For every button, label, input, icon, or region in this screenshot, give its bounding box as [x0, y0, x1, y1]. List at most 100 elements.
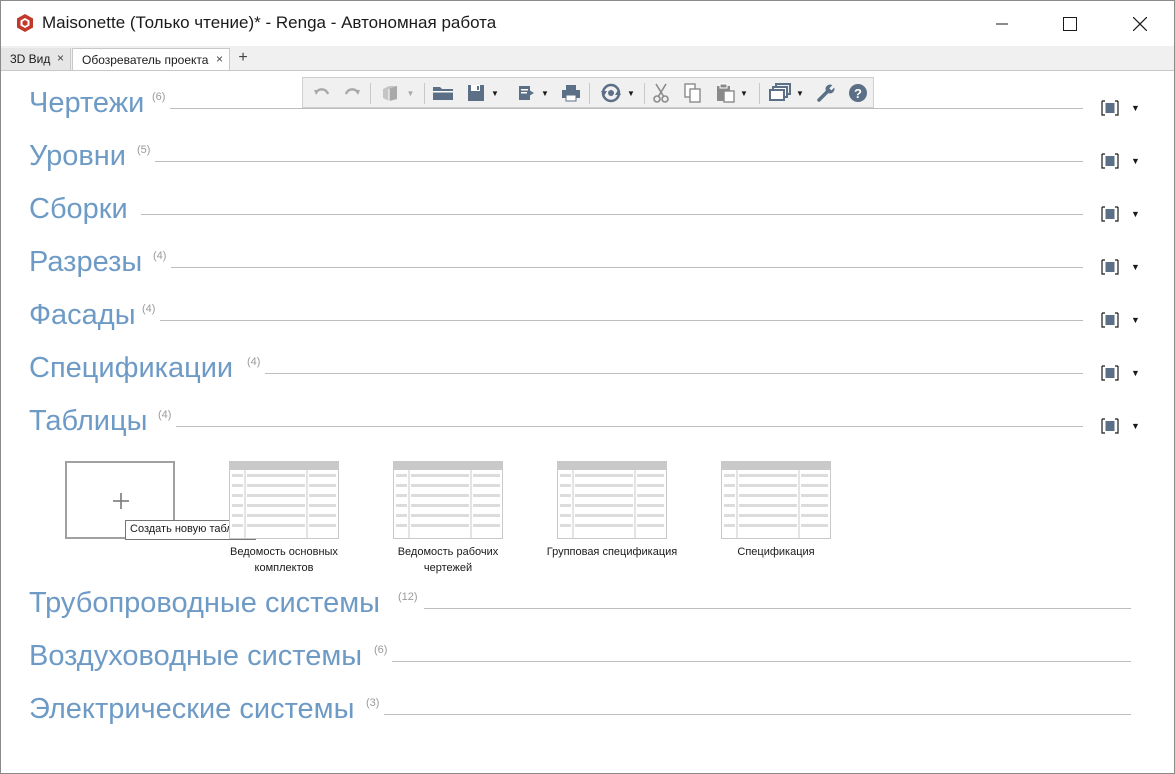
table-name-line: чертежей	[423, 562, 473, 574]
section-count: (4)	[153, 250, 167, 262]
section-title[interactable]: Сборки	[29, 193, 128, 226]
section-title[interactable]: Фасады	[29, 299, 136, 332]
tab-project-explorer[interactable]: Обозреватель проекта ×	[72, 48, 230, 70]
3d-view-button[interactable]: ▼	[377, 83, 417, 103]
cut-button[interactable]	[649, 83, 673, 103]
print-button[interactable]	[559, 83, 583, 103]
section-title[interactable]: Воздуховодные системы	[29, 640, 362, 673]
view-mode-icon	[1101, 153, 1119, 169]
maximize-button[interactable]	[1047, 1, 1093, 46]
section-count: (4)	[158, 409, 172, 421]
cut-icon	[653, 83, 669, 103]
section-title[interactable]: Уровни	[29, 140, 126, 173]
redo-button[interactable]	[341, 83, 363, 103]
section-count: (3)	[366, 697, 380, 709]
view-mode-dropdown-icon[interactable]: ▼	[1131, 156, 1140, 166]
section-count: (12)	[398, 591, 418, 603]
minimize-icon	[996, 23, 1008, 24]
document-tab-bar: 3D Вид × Обозреватель проекта × +	[1, 46, 1174, 71]
add-tab-button[interactable]: +	[234, 49, 252, 67]
views-button[interactable]: ▼	[764, 83, 808, 103]
section-title[interactable]: Таблицы	[29, 405, 147, 438]
table-name-line: Спецификация	[737, 546, 815, 558]
quick-toolbar: ▼ ▼ ▼ ▼ ▼ ▼ ?	[302, 77, 874, 108]
section-title[interactable]: Спецификации	[29, 352, 233, 385]
view-mode-icon	[1101, 206, 1119, 222]
close-window-button[interactable]	[1117, 1, 1163, 46]
view-mode-icon	[1101, 312, 1119, 328]
view-mode-button[interactable]	[1100, 311, 1120, 329]
table-thumbnail[interactable]	[393, 461, 503, 539]
section-title[interactable]: Трубопроводные системы	[29, 587, 380, 620]
view-mode-dropdown-icon[interactable]: ▼	[1131, 368, 1140, 378]
renga-logo-icon	[15, 13, 35, 33]
view-mode-button[interactable]	[1100, 364, 1120, 382]
view-mode-dropdown-icon[interactable]: ▼	[1131, 103, 1140, 113]
undo-icon	[314, 88, 330, 95]
section-count: (4)	[142, 303, 156, 315]
section-4[interactable]: Фасады (4) ▼	[29, 299, 1149, 339]
view-mode-button[interactable]	[1100, 99, 1120, 117]
section-2[interactable]: Сборки ▼	[29, 193, 1149, 233]
copy-icon	[684, 83, 701, 103]
section-count: (4)	[247, 356, 261, 368]
table-name[interactable]: Групповая спецификация	[532, 544, 692, 560]
3d-box-icon	[382, 86, 397, 101]
section-divider	[424, 608, 1131, 609]
redo-icon	[344, 88, 360, 95]
section-6[interactable]: Таблицы (4) ▼	[29, 405, 1149, 445]
table-name-line: комплектов	[254, 562, 314, 574]
section-divider	[171, 267, 1083, 268]
view-mode-button[interactable]	[1100, 152, 1120, 170]
section-9[interactable]: Электрические системы (3)	[29, 693, 1149, 733]
view-mode-button[interactable]	[1100, 205, 1120, 223]
table-icon	[721, 461, 831, 539]
tab-3d-view[interactable]: 3D Вид ×	[1, 48, 71, 70]
open-button[interactable]	[431, 83, 455, 103]
tab-label: 3D Вид	[10, 52, 51, 66]
settings-button[interactable]	[813, 83, 839, 103]
view-mode-icon	[1101, 100, 1119, 116]
copy-button[interactable]	[681, 83, 705, 103]
section-title[interactable]: Электрические системы	[29, 693, 354, 726]
sync-button[interactable]: ▼	[595, 83, 639, 103]
view-mode-icon	[1101, 418, 1119, 434]
toolbar-separator	[644, 83, 645, 104]
tab-close-icon[interactable]: ×	[216, 52, 223, 66]
paste-button[interactable]: ▼	[711, 83, 753, 103]
section-count: (6)	[152, 91, 166, 103]
view-mode-button[interactable]	[1100, 258, 1120, 276]
section-8[interactable]: Воздуховодные системы (6)	[29, 640, 1149, 680]
table-thumbnail[interactable]	[557, 461, 667, 539]
view-mode-dropdown-icon[interactable]: ▼	[1131, 421, 1140, 431]
table-thumbnail[interactable]	[229, 461, 339, 539]
section-divider	[141, 214, 1083, 215]
section-7[interactable]: Трубопроводные системы (12)	[29, 587, 1149, 627]
section-5[interactable]: Спецификации (4) ▼	[29, 352, 1149, 392]
view-mode-dropdown-icon[interactable]: ▼	[1131, 262, 1140, 272]
view-mode-dropdown-icon[interactable]: ▼	[1131, 315, 1140, 325]
save-button[interactable]: ▼	[463, 83, 503, 103]
section-3[interactable]: Разрезы (4) ▼	[29, 246, 1149, 286]
table-name[interactable]: Ведомость рабочих чертежей	[368, 544, 528, 576]
table-name[interactable]: Спецификация	[696, 544, 856, 560]
export-button[interactable]: ▼	[513, 83, 553, 103]
section-title[interactable]: Чертежи	[29, 87, 144, 120]
undo-button[interactable]	[311, 83, 333, 103]
table-name[interactable]: Ведомость основных комплектов	[204, 544, 364, 576]
minimize-button[interactable]	[979, 1, 1025, 46]
section-count: (6)	[374, 644, 388, 656]
section-count: (5)	[137, 144, 151, 156]
section-1[interactable]: Уровни (5) ▼	[29, 140, 1149, 180]
window-title: Maisonette (Только чтение)* - Renga - Ав…	[42, 13, 497, 32]
help-button[interactable]: ?	[845, 83, 871, 103]
table-thumbnail[interactable]	[721, 461, 831, 539]
tab-close-icon[interactable]: ×	[57, 51, 64, 65]
view-mode-dropdown-icon[interactable]: ▼	[1131, 209, 1140, 219]
section-divider	[384, 714, 1131, 715]
table-icon	[393, 461, 503, 539]
title-bar[interactable]: Maisonette (Только чтение)* - Renga - Ав…	[1, 1, 1174, 46]
section-title[interactable]: Разрезы	[29, 246, 142, 279]
paste-icon	[717, 83, 735, 103]
view-mode-button[interactable]	[1100, 417, 1120, 435]
